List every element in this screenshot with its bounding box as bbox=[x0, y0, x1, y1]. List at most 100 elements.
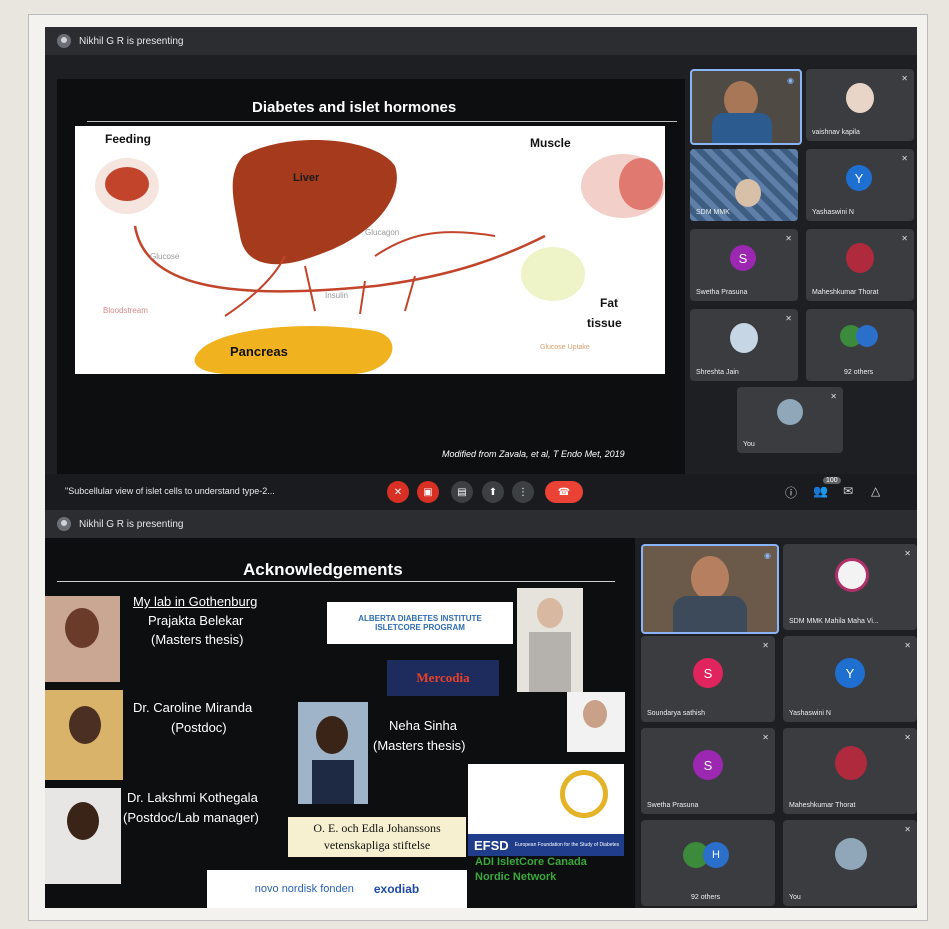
title-underline bbox=[57, 581, 615, 582]
meeting-window-2: Nikhil G R is presenting Acknowledgement… bbox=[45, 510, 917, 908]
participant-tile[interactable]: Y ✕ Yashaswini N bbox=[806, 149, 914, 221]
more-options-button[interactable]: ⋮ bbox=[512, 481, 534, 503]
participant-tile[interactable]: ✕ Shreshta Jain bbox=[690, 309, 798, 381]
label-glucose: Glucose bbox=[150, 252, 180, 261]
title-underline bbox=[87, 121, 677, 122]
participant-tile[interactable]: S ✕ Swetha Prasuna bbox=[690, 229, 798, 301]
prajakta-role: (Masters thesis) bbox=[151, 632, 244, 647]
present-button[interactable]: ⬆ bbox=[482, 481, 504, 503]
label-bloodstream: Bloodstream bbox=[103, 306, 148, 315]
pancreas-shape bbox=[194, 326, 393, 374]
novo-logo: novo nordisk fonden bbox=[254, 883, 354, 895]
meeting-caption: "Subcellular view of islet cells to unde… bbox=[65, 486, 275, 496]
mic-off-icon: ✕ bbox=[904, 549, 911, 558]
label-liver: Liver bbox=[293, 172, 320, 184]
label-feeding: Feeding bbox=[105, 132, 152, 146]
participant-name: Soundarya sathish bbox=[647, 710, 705, 717]
participant-tile[interactable]: S ✕ Swetha Prasuna bbox=[641, 728, 775, 814]
people-icon[interactable]: 👥 bbox=[813, 484, 828, 498]
participant-photo bbox=[835, 558, 869, 592]
photo-neha bbox=[298, 702, 368, 804]
speaking-icon: ◉ bbox=[764, 551, 771, 560]
participant-photo bbox=[730, 323, 758, 353]
self-label: You bbox=[789, 894, 801, 901]
mic-off-icon: ✕ bbox=[762, 641, 769, 650]
photo-prajakta bbox=[45, 596, 120, 682]
others-label: 92 others bbox=[844, 369, 874, 376]
neha-role: (Masters thesis) bbox=[373, 738, 466, 753]
participant-avatar: Y bbox=[835, 658, 865, 688]
self-label: You bbox=[743, 441, 755, 448]
self-tile[interactable]: ✕ You bbox=[783, 820, 917, 906]
captions-button[interactable]: ▤ bbox=[451, 481, 473, 503]
label-glucose-uptake: Glucose Uptake bbox=[540, 344, 590, 351]
mic-off-icon: ✕ bbox=[901, 234, 908, 243]
participant-tile[interactable]: Y ✕ Yashaswini N bbox=[783, 636, 917, 722]
participant-name: vaishnav kapila bbox=[812, 129, 860, 136]
info-icon[interactable]: ⓘ bbox=[785, 484, 797, 501]
camera-toggle-button[interactable]: ▣ bbox=[417, 481, 439, 503]
mic-off-icon: ✕ bbox=[904, 733, 911, 742]
mic-off-icon: ✕ bbox=[901, 154, 908, 163]
participant-tile[interactable]: S ✕ Soundarya sathish bbox=[641, 636, 775, 722]
participant-name: SDM MMK bbox=[696, 209, 730, 216]
presenter-icon bbox=[57, 34, 71, 48]
label-tissue: tissue bbox=[587, 316, 622, 330]
participant-avatar: Y bbox=[846, 165, 872, 191]
others-label: 92 others bbox=[691, 894, 721, 901]
chat-icon[interactable]: ✉ bbox=[843, 484, 853, 498]
participant-tile[interactable]: ✕ Maheshkumar Thorat bbox=[806, 229, 914, 301]
self-tile[interactable]: ✕ You bbox=[737, 387, 843, 453]
photo-caroline bbox=[45, 690, 123, 780]
participant-tile[interactable]: ✕ vaishnav kapila bbox=[806, 69, 914, 141]
participant-name: Swetha Prasuna bbox=[696, 289, 748, 296]
liver-shape bbox=[232, 139, 397, 265]
participant-tile[interactable]: SDM MMK bbox=[690, 149, 798, 221]
diagram-graphic bbox=[95, 139, 665, 374]
slide-title: Acknowledgements bbox=[243, 560, 403, 579]
self-photo bbox=[777, 399, 803, 425]
photo-lakshmi bbox=[45, 788, 121, 884]
mic-toggle-button[interactable]: ✕ bbox=[387, 481, 409, 503]
participant-photo bbox=[835, 746, 867, 780]
participant-avatar: S bbox=[730, 245, 756, 271]
mic-off-icon: ✕ bbox=[785, 314, 792, 323]
diagram-panel: Feeding Liver Muscle Fat tissue Pancreas… bbox=[75, 126, 665, 374]
mic-off-icon: ✕ bbox=[785, 234, 792, 243]
mercodia-logo: Mercodia bbox=[387, 660, 499, 696]
caroline-name: Dr. Caroline Miranda bbox=[133, 700, 253, 715]
novo-exodiab-logos: novo nordisk fonden exodiab bbox=[207, 870, 467, 908]
meeting-window-1: Nikhil G R is presenting Diabetes and is… bbox=[45, 27, 917, 510]
participant-tile-others[interactable]: 92 others bbox=[806, 309, 914, 381]
presenting-bar: Nikhil G R is presenting bbox=[45, 510, 917, 538]
participant-name: SDM MMK Mahila Maha Vi... bbox=[789, 618, 879, 625]
participant-avatar: S bbox=[693, 658, 723, 688]
end-call-button[interactable]: ☎ bbox=[545, 481, 583, 503]
participant-video bbox=[691, 556, 729, 600]
mic-off-icon: ✕ bbox=[901, 74, 908, 83]
control-bar: "Subcellular view of islet cells to unde… bbox=[45, 474, 917, 510]
alberta-logo: ALBERTA DIABETES INSTITUTE ISLETCORE PROG… bbox=[327, 602, 513, 644]
lakshmi-role: (Postdoc/Lab manager) bbox=[123, 810, 259, 825]
photo-man-suit bbox=[517, 588, 583, 692]
acknowledgements-slide: Acknowledgements My lab in Gothenburg Pr… bbox=[45, 538, 635, 908]
label-insulin: Insulin bbox=[325, 291, 349, 300]
label-pancreas: Pancreas bbox=[230, 344, 288, 359]
label-glucagon: Glucagon bbox=[365, 228, 400, 237]
participant-tile[interactable]: ◉ bbox=[641, 544, 779, 634]
participant-tile[interactable]: ✕ SDM MMK Mahila Maha Vi... bbox=[783, 544, 917, 630]
mic-off-icon: ✕ bbox=[830, 392, 837, 401]
slide-citation: Modified from Zavala, et al, T Endo Met,… bbox=[442, 449, 625, 459]
participant-photo bbox=[846, 83, 874, 113]
participant-tile[interactable]: ✕ Maheshkumar Thorat bbox=[783, 728, 917, 814]
mic-off-icon: ✕ bbox=[904, 641, 911, 650]
fat-image bbox=[521, 247, 585, 301]
participant-name: Shreshta Jain bbox=[696, 369, 739, 376]
efsd-emblem bbox=[468, 764, 624, 834]
self-photo bbox=[835, 838, 867, 870]
participant-name: Yashaswini N bbox=[789, 710, 831, 717]
adi-isletcore-label: ADI IsletCore Canada bbox=[475, 856, 587, 868]
participant-tile[interactable]: ◉ bbox=[690, 69, 802, 145]
participant-tile-others[interactable]: H 92 others bbox=[641, 820, 775, 906]
activities-icon[interactable]: △ bbox=[871, 484, 880, 498]
